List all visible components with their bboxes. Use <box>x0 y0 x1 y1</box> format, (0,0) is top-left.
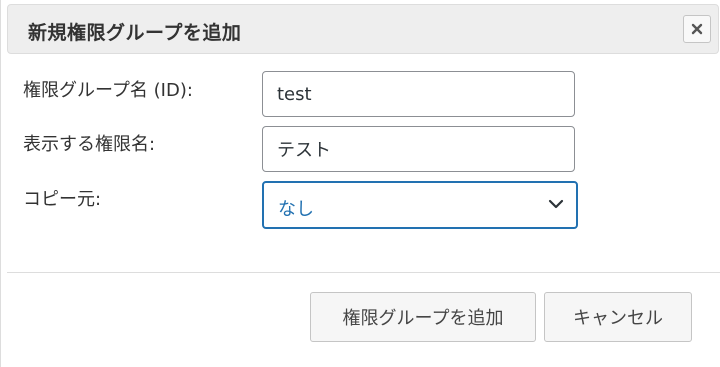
dialog-title: 新規権限グループを追加 <box>28 22 242 44</box>
group-id-label: 権限グループ名 (ID): <box>23 80 193 101</box>
add-group-button[interactable]: 権限グループを追加 <box>310 292 536 342</box>
footer-divider <box>7 272 720 273</box>
copy-from-label: コピー元: <box>23 189 102 210</box>
dialog-titlebar: 新規権限グループを追加 <box>7 4 719 54</box>
close-button[interactable] <box>683 15 711 43</box>
chevron-down-icon <box>548 199 564 209</box>
close-icon <box>691 23 703 35</box>
cancel-button[interactable]: キャンセル <box>544 292 692 342</box>
display-name-label: 表示する権限名: <box>23 134 156 155</box>
copy-from-selected-value: なし <box>278 199 314 220</box>
copy-from-select[interactable]: なし <box>262 181 578 229</box>
add-permission-group-dialog: 新規権限グループを追加 権限グループ名 (ID): 表示する権限名: コピー元:… <box>0 0 720 367</box>
display-name-input[interactable] <box>262 126 575 172</box>
group-id-input[interactable] <box>262 71 575 117</box>
